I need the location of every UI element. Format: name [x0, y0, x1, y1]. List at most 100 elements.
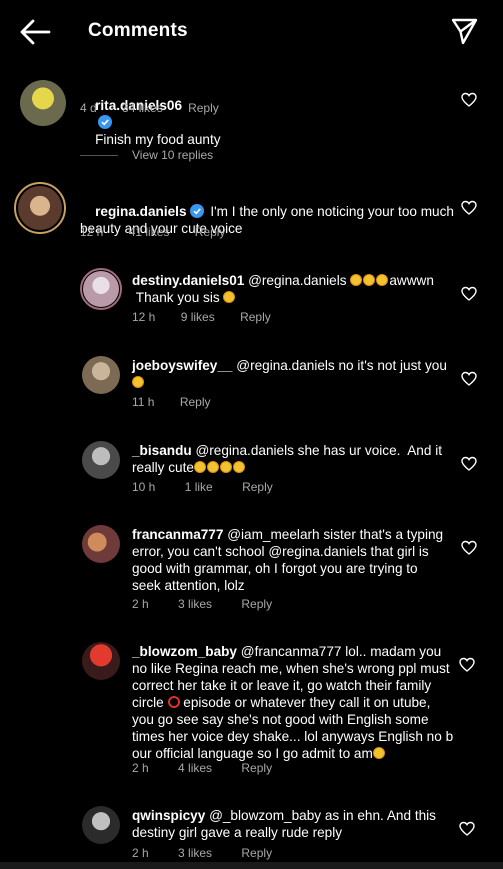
avatar[interactable]	[82, 441, 120, 479]
timestamp: 10 h	[132, 480, 156, 494]
reply-comment: _blowzom_baby @francanma777 lol.. madam …	[82, 642, 490, 777]
heart-icon[interactable]	[461, 540, 477, 556]
comment-text: correct her take it or leave it, go watc…	[132, 678, 432, 693]
avatar[interactable]	[18, 186, 62, 230]
username[interactable]: francanma777	[132, 527, 223, 542]
comment: regina.daniels I'm I the only one notici…	[14, 182, 490, 242]
header: Comments	[0, 0, 503, 64]
comment-text: Finish my food aunty	[95, 132, 221, 147]
red-circle-icon	[167, 696, 180, 708]
emoji-icon	[372, 747, 385, 759]
comment-text: destiny girl gave a really rude reply	[132, 825, 343, 840]
paper-plane-icon[interactable]	[449, 16, 479, 46]
emoji-icon	[363, 274, 376, 286]
comment-text: you go see say she's not good with Engli…	[132, 712, 429, 727]
avatar[interactable]	[83, 271, 119, 307]
comment-text: awwwn	[389, 273, 434, 288]
heart-icon[interactable]	[461, 92, 477, 108]
reply-button[interactable]: Reply	[241, 597, 272, 611]
like-count[interactable]: 41 likes	[129, 225, 170, 239]
reply-comment: joeboyswifey__ @regina.daniels no it's n…	[82, 356, 490, 411]
emoji-icon	[376, 274, 389, 286]
username[interactable]: destiny.daniels01	[132, 273, 244, 288]
emoji-icon	[219, 461, 232, 473]
reply-comment: _bisandu @regina.daniels she has ur voic…	[82, 441, 490, 496]
reply-comment: francanma777 @iam_meelarh sister that's …	[82, 525, 490, 615]
comment-text: Thank you sis	[135, 290, 220, 305]
username[interactable]: joeboyswifey__	[132, 358, 233, 373]
like-count[interactable]: 3 likes	[178, 846, 212, 860]
emoji-icon	[350, 274, 363, 286]
heart-icon[interactable]	[461, 286, 477, 302]
heart-icon[interactable]	[461, 371, 477, 387]
username[interactable]: qwinspicyy	[132, 808, 205, 823]
like-count[interactable]: 4 likes	[178, 761, 212, 775]
avatar[interactable]	[82, 642, 120, 680]
comment-text: our official language so I go admit to a…	[132, 746, 373, 761]
emoji-icon	[232, 461, 245, 473]
comment-text: episode or whatever they call it on utub…	[179, 695, 431, 710]
comment-text: really cute	[132, 460, 194, 475]
heart-icon[interactable]	[461, 200, 477, 216]
comment-text: good with grammar, oh I forgot you are t…	[132, 561, 418, 576]
comment-text: @regina.daniels no it's not just you	[236, 358, 447, 373]
reply-button[interactable]: Reply	[195, 225, 226, 239]
comment-text: seek attention, lolz	[132, 578, 245, 593]
comment-text: @regina.daniels she has ur voice. And it	[195, 443, 442, 458]
comment-text: @francanma777 lol.. madam you	[240, 644, 442, 659]
page-title: Comments	[88, 20, 188, 41]
avatar[interactable]	[82, 356, 120, 394]
timestamp: 12 h	[132, 310, 156, 324]
timestamp: 12 h	[80, 225, 104, 239]
view-replies-button[interactable]: View 10 replies	[80, 148, 213, 162]
emoji-icon	[193, 461, 206, 473]
like-count[interactable]: 34 likes	[122, 101, 163, 115]
view-replies-label: View 10 replies	[132, 148, 214, 162]
reply-button[interactable]: Reply	[241, 761, 272, 775]
timestamp: 2 h	[132, 761, 149, 775]
timestamp: 2 h	[132, 597, 149, 611]
arrow-left-icon[interactable]	[18, 18, 52, 46]
comment-text: error, you can't school @regina.daniels …	[132, 544, 429, 559]
username[interactable]: regina.daniels	[95, 204, 186, 219]
emoji-icon	[206, 461, 219, 473]
heart-icon[interactable]	[459, 657, 475, 673]
reply-button[interactable]: Reply	[241, 846, 272, 860]
avatar[interactable]	[20, 80, 66, 126]
reply-button[interactable]: Reply	[240, 310, 271, 324]
timestamp: 2 h	[132, 846, 149, 860]
comment-meta: 2 h 3 likes Reply	[132, 846, 272, 860]
comment-meta: 4 d 34 likes Reply	[80, 101, 219, 115]
heart-icon[interactable]	[461, 456, 477, 472]
comment-text: times her voice dey shake... lol anyways…	[132, 729, 454, 744]
system-nav-bar	[0, 862, 503, 869]
reply-button[interactable]: Reply	[242, 480, 273, 494]
reply-button[interactable]: Reply	[180, 395, 211, 409]
divider-line	[80, 155, 118, 157]
comment-meta: 2 h 3 likes Reply	[132, 597, 272, 611]
comment-meta: 12 h 9 likes Reply	[132, 310, 271, 324]
emoji-icon	[132, 376, 144, 388]
like-count[interactable]: 1 like	[185, 480, 213, 494]
avatar[interactable]	[82, 806, 120, 844]
timestamp: 4 d	[80, 101, 97, 115]
comment-meta: 11 h Reply	[132, 395, 211, 409]
comment-text: circle	[132, 695, 164, 710]
comment-text: no like Regina reach me, when she's wron…	[132, 661, 450, 676]
heart-icon[interactable]	[459, 821, 475, 837]
verified-badge-icon	[189, 204, 204, 218]
verified-badge-icon	[98, 115, 113, 129]
username[interactable]: _bisandu	[132, 443, 192, 458]
comment-meta: 10 h 1 like Reply	[132, 480, 273, 494]
reply-button[interactable]: Reply	[188, 101, 219, 115]
comment: rita.daniels06 Finish my food aunty 4 d …	[20, 80, 490, 147]
comment-meta: 2 h 4 likes Reply	[132, 761, 272, 775]
reply-comment: qwinspicyy @_blowzom_baby as in ehn. And…	[82, 806, 490, 862]
comment-text: @_blowzom_baby as in ehn. And this	[209, 808, 436, 823]
username[interactable]: _blowzom_baby	[132, 644, 237, 659]
like-count[interactable]: 9 likes	[181, 310, 215, 324]
comment-text: @iam_meelarh sister that's a typing	[227, 527, 444, 542]
like-count[interactable]: 3 likes	[178, 597, 212, 611]
avatar[interactable]	[82, 525, 120, 563]
timestamp: 11 h	[132, 395, 155, 409]
